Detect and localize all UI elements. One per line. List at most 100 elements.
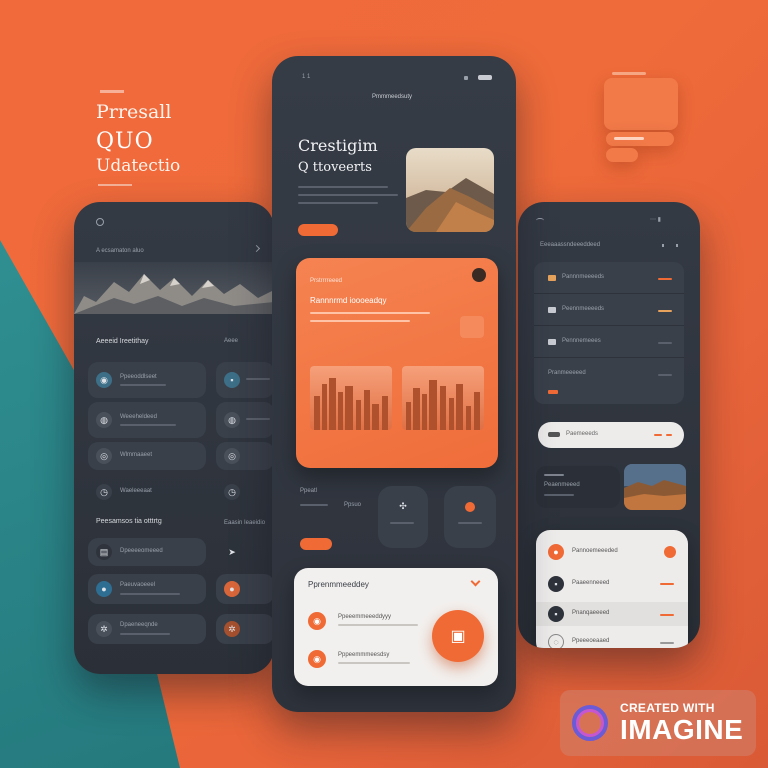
list-item[interactable]: ✲ Dpaeneeqnde <box>88 614 206 644</box>
list-item[interactable]: ▪ <box>216 362 274 398</box>
list-row-label: Pannnmeeeeds <box>562 274 605 280</box>
pill-left-dot <box>548 432 560 437</box>
list-item-label: Waeleeeaat <box>120 488 152 494</box>
document-icon: ▤ <box>96 544 112 560</box>
bottom-label-1: Ppeatl <box>300 488 318 494</box>
battery-icon <box>478 75 492 80</box>
white-row-label: Paaeenneeed <box>572 580 610 586</box>
list-item-label: Weeeheldeed <box>120 414 157 420</box>
orange-indicator <box>548 390 558 394</box>
section-title-right: Aeee <box>224 338 239 344</box>
signal-icon <box>464 76 468 80</box>
list-item-label: Dpaeneeqnde <box>120 622 158 628</box>
chip-icon <box>548 339 556 345</box>
city-chart-right <box>402 366 484 430</box>
task-icon: ◉ <box>308 612 326 630</box>
white-row-label: Ppeeemmeeeddyyy <box>338 614 392 620</box>
list-item[interactable]: ● <box>216 574 274 604</box>
globe-icon: ◍ <box>96 412 112 428</box>
orange-gear-icon: ✲ <box>224 621 240 637</box>
location-icon: ◎ <box>224 448 240 464</box>
right-white-card[interactable]: ● Pannoemeeeded ▪ Paaeenneeed ▪ Pnanqaee… <box>536 530 688 648</box>
compass-icon: ✣ <box>399 500 407 511</box>
send-icon[interactable]: ➤ <box>224 544 240 560</box>
more-options-icon[interactable] <box>472 268 486 282</box>
white-row-label: Pppeemmmeesdsy <box>338 652 390 658</box>
task-icon: ◉ <box>308 650 326 668</box>
section-title: Aeeeid Ireetithay <box>96 338 149 345</box>
list-row[interactable]: Pannnmeeeeds <box>534 262 684 294</box>
orange-feature-card[interactable]: Prstrrrreeed Rannnrmd ioooeadqy <box>296 258 498 468</box>
right-phone-screen: ⋯ ▮ Eeeaaassndeeeddeed Pannnmeeeeds Peen… <box>518 202 700 648</box>
canyon-image <box>624 464 686 510</box>
primary-action-button[interactable] <box>300 538 332 550</box>
mountain-banner <box>74 262 274 314</box>
orange-card-title: Rannnrmd ioooeadqy <box>310 296 387 305</box>
pill-label: Paemeeeds <box>566 431 599 437</box>
white-row-label: Ppeeeoeaaed <box>572 638 610 644</box>
watermark-text: CREATED WITH IMAGINE <box>620 702 743 744</box>
globe-icon: ◍ <box>224 412 240 428</box>
media-thumbnail[interactable] <box>624 464 686 510</box>
list-item[interactable]: ◍ Weeeheldeed <box>88 402 206 438</box>
list-item[interactable]: ◉ Ppeeoddlseet <box>88 362 206 398</box>
list-item-label: Wlmmaaeet <box>120 452 153 458</box>
list-item-label: Ppeeoddlseet <box>120 374 157 380</box>
right-top-label: Eeeaaassndeeeddeed <box>540 242 601 248</box>
white-summary-card[interactable]: Pprenmmeeddey ◉ Ppeeemmeeeddyyy ◉ Pppeem… <box>294 568 498 686</box>
orange-card-label: Prstrrrreeed <box>310 278 343 284</box>
right-top-icons <box>662 244 678 247</box>
floating-card-tiny <box>606 148 638 162</box>
clock-icon: ◷ <box>96 484 112 500</box>
device-icon: ▪ <box>548 576 564 592</box>
orange-card-badge <box>460 316 484 338</box>
widget-tile[interactable]: ✣ <box>378 486 428 548</box>
pill-toggle[interactable]: Paemeeeds <box>538 422 684 448</box>
clock-icon[interactable]: ◷ <box>224 484 240 500</box>
list-row-label: Pennnemeees <box>562 338 601 344</box>
list-item-label: Dpeeeeomeeed <box>120 548 163 554</box>
hero-accent-line-2 <box>98 184 132 186</box>
list-item[interactable]: ● Paeuvaoeeel <box>88 574 206 604</box>
list-item[interactable]: ◍ <box>216 402 274 438</box>
list-item[interactable]: ◎ Wlmmaaeet <box>88 442 206 470</box>
orange-status-dot <box>465 502 475 512</box>
settings-icon[interactable] <box>96 218 104 226</box>
heading-secondary: Q ttoveerts <box>298 160 372 175</box>
list-row[interactable]: Pennnemeees <box>534 326 684 358</box>
orange-badge <box>664 546 676 558</box>
cta-button[interactable] <box>298 224 338 236</box>
orange-user-icon: ● <box>548 544 564 560</box>
list-item[interactable]: ✲ <box>216 614 274 644</box>
hero-title-block: Prresall QUO Udatectio <box>96 90 180 186</box>
floating-action-button[interactable]: ▣ <box>432 610 484 662</box>
floating-card-small <box>606 132 674 146</box>
list-row-label: Peennmeeeeds <box>562 306 605 312</box>
list-item[interactable]: ▤ Dpeeeeomeeed <box>88 538 206 566</box>
list-row-label: Pranmeeeeed <box>548 370 586 376</box>
watermark-line-2: IMAGINE <box>620 714 744 745</box>
city-chart-left <box>310 366 392 430</box>
white-row-label: Pnanqaeeeed <box>572 610 610 616</box>
bottom-label-2: Ppsuo <box>344 502 362 508</box>
list-item-label: Paeuvaoeeel <box>120 582 156 588</box>
desert-mountain-image <box>406 148 494 232</box>
heading-primary: Crestigim <box>298 136 378 155</box>
device-icon: ▪ <box>548 606 564 622</box>
list-item[interactable]: ◷ Waeleeeaat <box>88 482 206 502</box>
section-title-2: Peesamsos tia otttrtg <box>96 518 162 525</box>
settings-icon[interactable] <box>536 218 544 223</box>
list-row[interactable]: Pranmeeeeed <box>534 358 684 390</box>
chevron-right-icon[interactable] <box>252 244 261 253</box>
hero-line-2: QUO <box>96 129 154 154</box>
widget-tile[interactable] <box>444 486 496 548</box>
hero-line-3: Udatectio <box>96 156 181 176</box>
gear-icon: ✲ <box>96 621 112 637</box>
banner-label: A ecsamaton aluo <box>96 248 144 254</box>
list-item[interactable]: ◎ <box>216 442 274 470</box>
media-row[interactable]: Peaenmeeed <box>536 466 620 508</box>
chevron-down-icon[interactable] <box>470 576 481 587</box>
status-bar-left: 1 1 <box>302 74 311 80</box>
list-row[interactable]: Peennmeeeeds <box>534 294 684 326</box>
media-label: Peaenmeeed <box>544 482 580 488</box>
